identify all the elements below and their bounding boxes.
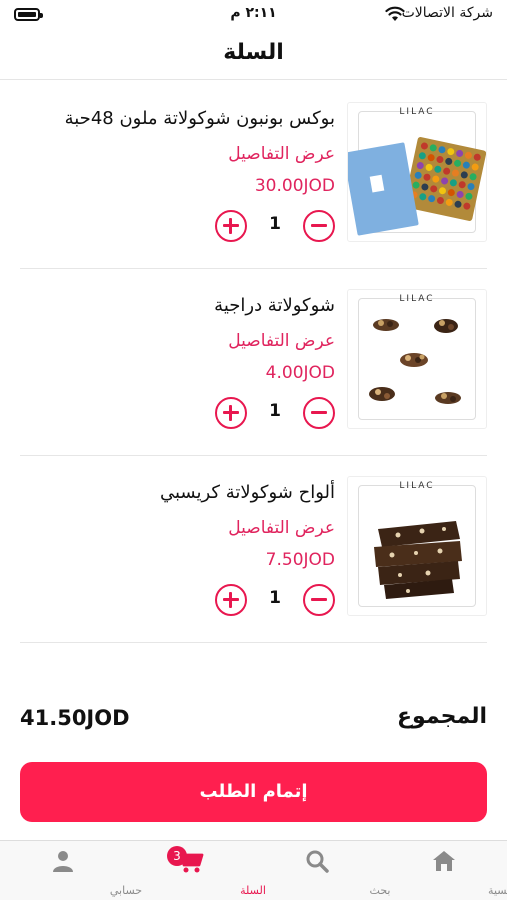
page-title: السلة — [223, 40, 284, 65]
tab-label: السلة — [240, 884, 266, 897]
search-icon — [306, 850, 329, 873]
cart-count-badge: 3 — [167, 846, 187, 866]
view-details-link[interactable]: عرض التفاصيل — [20, 516, 335, 540]
cart-list: LILAC بوكس بونبون شوكولاتة ملون 48حبة عر… — [20, 82, 487, 643]
page-header: السلة — [0, 30, 507, 80]
product-name: بوكس بونبون شوكولاتة ملون 48حبة — [64, 108, 335, 129]
product-image[interactable]: LILAC — [347, 102, 487, 242]
tab-label: حسابي — [109, 884, 143, 897]
increase-quantity-button[interactable] — [215, 397, 247, 429]
decrease-quantity-button[interactable] — [303, 210, 335, 242]
product-image[interactable]: LILAC — [347, 476, 487, 616]
total-label: المجموع — [397, 704, 487, 729]
cart-item: LILAC ألواح شوكولاتة كريسبي عرض التفاصيل… — [20, 456, 487, 643]
quantity-value: 1 — [269, 588, 281, 608]
chocolate-box-illustration — [348, 137, 486, 236]
increase-quantity-button[interactable] — [215, 210, 247, 242]
dragee-chocolate-illustration — [369, 319, 461, 404]
view-details-link[interactable]: عرض التفاصيل — [20, 142, 335, 166]
product-image[interactable]: LILAC — [347, 289, 487, 429]
decrease-quantity-button[interactable] — [303, 584, 335, 616]
product-name: ألواح شوكولاتة كريسبي — [159, 482, 335, 503]
order-total: المجموع 41.50JOD — [20, 704, 487, 740]
wifi-icon — [385, 6, 405, 21]
quantity-stepper: 1 — [215, 584, 335, 616]
clock: ٢:١١ م — [230, 5, 277, 21]
tab-label: الرئيسية — [488, 884, 507, 897]
view-details-link[interactable]: عرض التفاصيل — [20, 329, 335, 353]
product-name: شوكولاتة دراجية — [214, 295, 335, 316]
cart-item: LILAC بوكس بونبون شوكولاتة ملون 48حبة عر… — [20, 82, 487, 269]
chocolate-bars-illustration — [374, 521, 462, 599]
tab-label: بحث — [369, 884, 391, 897]
quantity-stepper: 1 — [215, 397, 335, 429]
cart-item: LILAC شوكولاتة دراجية عرض التفاصيل 4.00J… — [20, 269, 487, 456]
status-bar: شركة الاتصالات ٢:١١ م — [0, 0, 507, 30]
battery-icon — [14, 8, 43, 21]
user-icon — [53, 851, 73, 872]
product-price: 30.00JOD — [254, 176, 335, 196]
quantity-stepper: 1 — [215, 210, 335, 242]
carrier-name: شركة الاتصالات — [401, 5, 493, 21]
total-value: 41.50JOD — [20, 706, 130, 730]
tab-account[interactable]: حسابي — [0, 841, 142, 900]
quantity-value: 1 — [269, 401, 281, 421]
decrease-quantity-button[interactable] — [303, 397, 335, 429]
product-price: 7.50JOD — [265, 550, 335, 570]
increase-quantity-button[interactable] — [215, 584, 247, 616]
product-price: 4.00JOD — [265, 363, 335, 383]
checkout-button[interactable]: إتمام الطلب — [20, 762, 487, 822]
bottom-tab-bar: الرئيسية بحث 3 السلة حسابي — [0, 840, 507, 900]
home-icon — [433, 851, 455, 871]
quantity-value: 1 — [269, 214, 281, 234]
